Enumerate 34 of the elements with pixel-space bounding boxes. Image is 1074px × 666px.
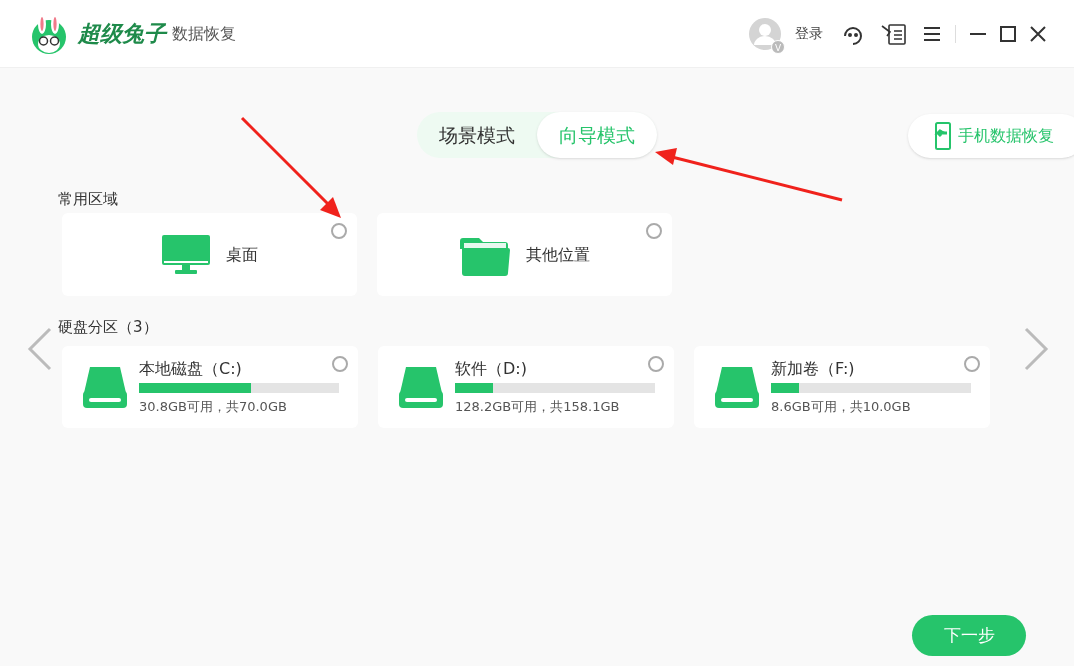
mode-tab[interactable]: 场景模式 bbox=[417, 112, 537, 158]
location-card[interactable]: 其他位置 bbox=[377, 213, 672, 296]
drive-name: 软件（D:) bbox=[455, 358, 528, 381]
drive-capacity: 128.2GB可用，共158.1GB bbox=[455, 398, 621, 417]
section-title: 常用区域 bbox=[58, 189, 119, 210]
phone-transfer-icon bbox=[932, 122, 952, 150]
radio-button[interactable] bbox=[331, 223, 347, 239]
radio-button[interactable] bbox=[648, 356, 664, 372]
close-icon[interactable] bbox=[1030, 25, 1046, 42]
drive-capacity: 30.8GB可用，共70.0GB bbox=[139, 398, 288, 417]
drive-icon bbox=[714, 365, 760, 409]
location-label: 桌面 bbox=[225, 243, 258, 266]
login-button[interactable]: 登录 bbox=[795, 23, 823, 44]
drive-card[interactable]: 本地磁盘（C:) 30.8GB可用，共70.0GB bbox=[62, 346, 358, 428]
drive-name: 本地磁盘（C:) bbox=[139, 358, 243, 381]
monitor-icon bbox=[161, 234, 210, 275]
drive-icon bbox=[82, 365, 128, 409]
radio-button[interactable] bbox=[332, 356, 348, 372]
drive-card[interactable]: 新加卷（F:) 8.6GB可用，共10.0GB bbox=[694, 346, 990, 428]
avatar-icon[interactable] bbox=[749, 17, 781, 50]
maximize-icon[interactable] bbox=[1000, 25, 1016, 42]
feedback-icon[interactable] bbox=[881, 21, 907, 46]
product-name: 数据恢复 bbox=[172, 22, 236, 45]
drive-name: 新加卷（F:) bbox=[771, 358, 856, 381]
location-card[interactable]: 桌面 bbox=[62, 213, 357, 296]
brand-name: 超级兔子 bbox=[78, 19, 166, 48]
menu-icon[interactable] bbox=[923, 25, 941, 42]
radio-button[interactable] bbox=[964, 356, 980, 372]
drive-capacity: 8.6GB可用，共10.0GB bbox=[771, 398, 912, 417]
drive-card[interactable]: 软件（D:) 128.2GB可用，共158.1GB bbox=[378, 346, 674, 428]
section-title: 硬盘分区（3） bbox=[58, 317, 159, 338]
radio-button[interactable] bbox=[646, 223, 662, 239]
location-label: 其他位置 bbox=[525, 243, 590, 266]
drive-icon bbox=[398, 365, 444, 409]
